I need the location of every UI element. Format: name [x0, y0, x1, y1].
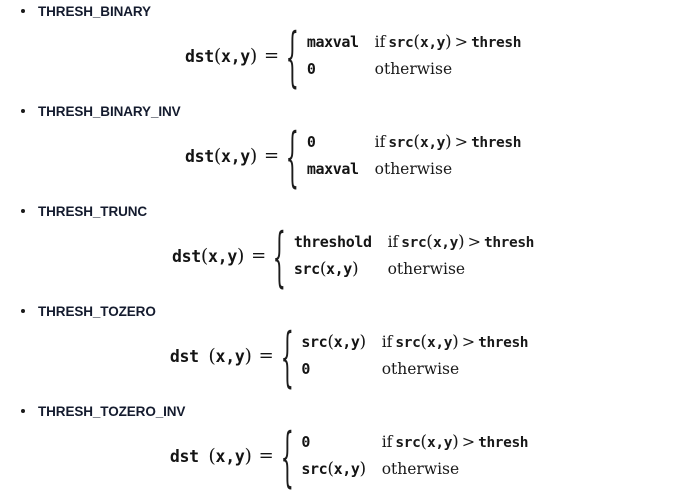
bullet-icon	[21, 409, 25, 413]
case-condition: otherwise	[381, 360, 460, 378]
threshold-section-trunc: THRESH_TRUNC dst(x,y) = { threshold if sr…	[0, 200, 692, 300]
threshold-type-label: THRESH_TRUNC	[38, 203, 148, 219]
bullet-icon	[21, 9, 25, 13]
case-value: src(x,y)	[301, 332, 366, 352]
formula-container: dst (x,y) = { src(x,y) if src(x,y) > thresh…	[0, 316, 692, 395]
formula-lhs: dst(x,y)	[172, 244, 245, 267]
formula-lhs: dst(x,y)dst(x,y)	[184, 44, 258, 67]
threshold-type-label: THRESH_TOZERO_INV	[38, 403, 186, 419]
equals-sign: =	[264, 145, 280, 166]
equals-sign: =	[258, 445, 274, 466]
bullet-icon	[21, 109, 25, 113]
case-condition: if src(x,y) > thresh	[381, 332, 529, 352]
equals-sign: =	[264, 45, 280, 66]
piecewise-formula: dst(x,y) = { 0 if src(x,y) > thresh maxval …	[184, 116, 522, 195]
threshold-section-tozero: THRESH_TOZERO dst (x,y) = { src(x,y) if s…	[0, 300, 692, 400]
case-value: src(x,y)	[301, 459, 366, 479]
threshold-section-tozero-inv: THRESH_TOZERO_INV dst (x,y) = { 0 if src(…	[0, 400, 692, 502]
bullet-heading: THRESH_TOZERO	[0, 300, 692, 322]
cases-grid: threshold if src(x,y) > thresh src(x,y) oth…	[294, 230, 534, 281]
threshold-types-document: THRESH_BINARY dst(x,y)dst(x,y) = { maxva…	[0, 0, 692, 502]
bullet-heading: THRESH_BINARY	[0, 0, 692, 22]
formula-lhs: dst (x,y)	[169, 444, 252, 467]
bullet-icon	[21, 309, 25, 313]
bullet-icon	[21, 209, 25, 213]
formula-container: dst (x,y) = { 0 if src(x,y) > thresh src(x,…	[0, 416, 692, 495]
formula-container: dst(x,y)dst(x,y) = { maxval ifsrc(x,y)>t…	[0, 16, 692, 95]
bullet-heading: THRESH_TRUNC	[0, 200, 692, 222]
cases-grid: 0 if src(x,y) > thresh maxval otherwise	[306, 130, 522, 181]
case-condition: if src(x,y) > thresh	[374, 32, 522, 52]
case-value: maxval	[306, 160, 359, 178]
cases-grid: maxval if src(x,y) > thresh 0 otherwise	[306, 30, 522, 81]
piecewise-formula: dst(x,y)dst(x,y) = { maxval ifsrc(x,y)>t…	[184, 16, 522, 95]
threshold-type-label: THRESH_BINARY_INV	[38, 103, 181, 119]
threshold-section-binary-inv: THRESH_BINARY_INV dst(x,y) = { 0 if src(x…	[0, 100, 692, 200]
threshold-type-label: THRESH_TOZERO	[38, 303, 156, 319]
cases-grid: src(x,y) if src(x,y) > thresh 0 otherwise	[301, 330, 528, 381]
bullet-heading: THRESH_BINARY_INV	[0, 100, 692, 122]
piecewise-formula: dst (x,y) = { 0 if src(x,y) > thresh src(x,…	[169, 416, 529, 495]
threshold-section-binary: THRESH_BINARY dst(x,y)dst(x,y) = { maxva…	[0, 0, 692, 100]
case-value: 0	[306, 133, 316, 151]
formula-container: dst(x,y) = { 0 if src(x,y) > thresh maxval …	[0, 116, 692, 195]
case-value: maxval	[306, 33, 359, 51]
case-condition: if src(x,y) > thresh	[381, 432, 529, 452]
case-value: 0	[301, 433, 311, 451]
case-value: 0	[306, 60, 316, 78]
case-condition: if src(x,y) > thresh	[387, 232, 535, 252]
case-value: src(x,y)	[293, 259, 359, 279]
case-value: threshold	[293, 233, 372, 251]
case-condition: otherwise	[374, 60, 453, 78]
formula-lhs: dst (x,y)	[169, 344, 252, 367]
bullet-heading: THRESH_TOZERO_INV	[0, 400, 692, 422]
case-condition: otherwise	[374, 160, 453, 178]
equals-sign: =	[258, 345, 274, 366]
case-condition: if src(x,y) > thresh	[374, 132, 522, 152]
piecewise-formula: dst (x,y) = { src(x,y) if src(x,y) > thresh…	[169, 316, 529, 395]
case-condition: otherwise	[381, 460, 460, 478]
piecewise-formula: dst(x,y) = { threshold if src(x,y) > thresh…	[172, 216, 534, 295]
cases-grid: 0 if src(x,y) > thresh src(x,y) otherwise	[301, 430, 528, 481]
formula-container: dst(x,y) = { threshold if src(x,y) > thresh…	[0, 216, 692, 295]
threshold-type-label: THRESH_BINARY	[38, 3, 151, 19]
formula-lhs: dst(x,y)	[184, 144, 258, 167]
equals-sign: =	[251, 245, 267, 266]
case-condition: otherwise	[387, 260, 466, 278]
case-value: 0	[301, 360, 311, 378]
